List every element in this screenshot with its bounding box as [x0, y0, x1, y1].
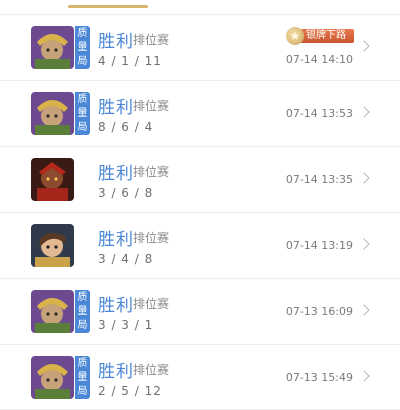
match-mode: 排位赛 [133, 363, 170, 377]
chevron-right-icon[interactable] [358, 172, 370, 184]
chevron-right-icon[interactable] [358, 40, 370, 52]
match-kda: 8 / 6 / 4 [98, 120, 154, 134]
match-history-list: 质量局 胜利 排位赛 4 / 1 / 11 ★ 银牌下路 07-14 14:10… [0, 14, 400, 410]
quality-match-badge: 质量局 [75, 92, 90, 135]
match-kda: 3 / 6 / 8 [98, 186, 154, 200]
match-kda: 3 / 4 / 8 [98, 252, 154, 266]
match-time: 07-13 16:09 [285, 305, 353, 318]
match-row[interactable]: 胜利 排位赛 3 / 6 / 8 07-14 13:35 [0, 146, 400, 212]
chevron-right-icon[interactable] [358, 106, 370, 118]
match-time: 07-14 13:53 [285, 107, 353, 120]
match-result: 胜利 [98, 296, 134, 316]
hero-avatar [31, 26, 74, 69]
star-icon: ★ [286, 27, 304, 45]
match-mode: 排位赛 [133, 165, 170, 179]
hero-avatar [31, 92, 74, 135]
match-result: 胜利 [98, 98, 134, 118]
hero-avatar [31, 158, 74, 201]
match-time: 07-14 13:19 [285, 239, 353, 252]
match-result: 胜利 [98, 32, 134, 52]
match-row[interactable]: 质量局 胜利 排位赛 2 / 5 / 12 07-13 15:49 [0, 344, 400, 410]
hero-avatar [31, 356, 74, 399]
chevron-right-icon[interactable] [358, 370, 370, 382]
match-kda: 2 / 5 / 12 [98, 384, 162, 398]
match-result: 胜利 [98, 164, 134, 184]
match-mode: 排位赛 [133, 33, 170, 47]
match-time: 07-14 13:35 [285, 173, 353, 186]
match-kda: 4 / 1 / 11 [98, 54, 162, 68]
match-row[interactable]: 质量局 胜利 排位赛 4 / 1 / 11 ★ 银牌下路 07-14 14:10 [0, 14, 400, 80]
match-kda: 3 / 3 / 1 [98, 318, 154, 332]
rank-badge: ★ 银牌下路 [286, 27, 354, 45]
match-time: 07-13 15:49 [285, 371, 353, 384]
match-row[interactable]: 质量局 胜利 排位赛 8 / 6 / 4 07-14 13:53 [0, 80, 400, 146]
hero-avatar [31, 290, 74, 333]
match-mode: 排位赛 [133, 231, 170, 245]
match-result: 胜利 [98, 362, 134, 382]
quality-match-badge: 质量局 [75, 290, 90, 333]
hero-avatar [31, 224, 74, 267]
quality-match-badge: 质量局 [75, 26, 90, 69]
match-time: 07-14 14:10 [285, 53, 353, 66]
quality-match-badge: 质量局 [75, 356, 90, 399]
match-row[interactable]: 胜利 排位赛 3 / 4 / 8 07-14 13:19 [0, 212, 400, 278]
active-tab-indicator [68, 5, 148, 8]
match-row[interactable]: 质量局 胜利 排位赛 3 / 3 / 1 07-13 16:09 [0, 278, 400, 344]
chevron-right-icon[interactable] [358, 304, 370, 316]
match-mode: 排位赛 [133, 297, 170, 311]
match-result: 胜利 [98, 230, 134, 250]
chevron-right-icon[interactable] [358, 238, 370, 250]
match-mode: 排位赛 [133, 99, 170, 113]
